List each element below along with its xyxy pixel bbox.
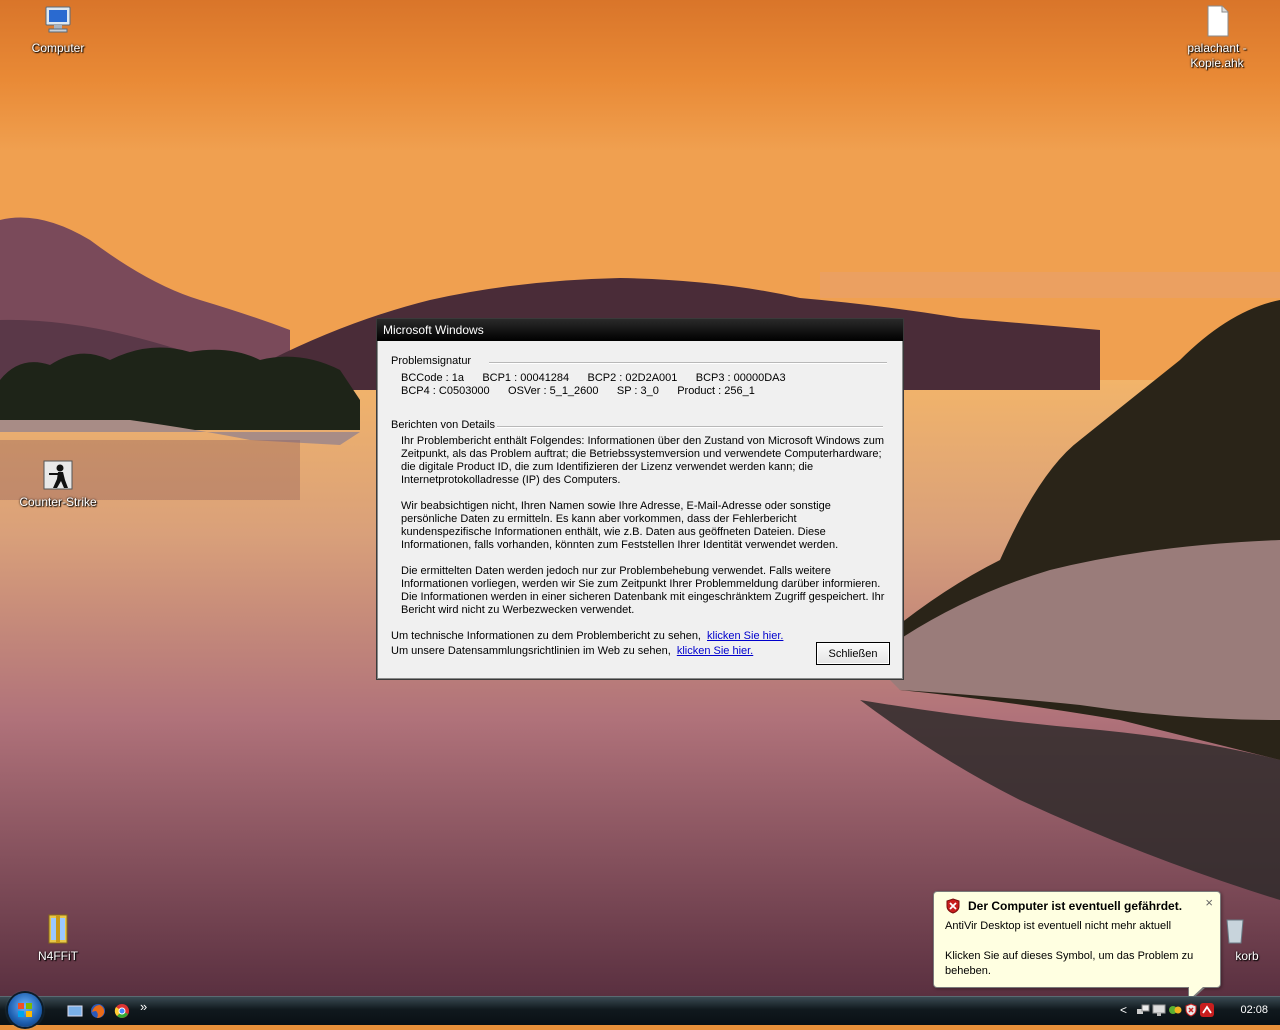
messenger-icon[interactable] [1168,1003,1182,1017]
error-report-dialog: Microsoft Windows Problemsignatur BCCode… [376,318,904,680]
divider [497,426,883,428]
signature-line-1: BCCode : 1a BCP1 : 00041284 BCP2 : 02D2A… [401,372,786,384]
dialog-title: Microsoft Windows [383,323,484,337]
antivir-notification-balloon[interactable]: Der Computer ist eventuell gefährdet. × … [933,891,1221,1003]
desktop-icon-counter-strike[interactable]: Counter-Strike [13,458,103,510]
privacy-text: Um unsere Datensammlungsrichtlinien im W… [391,645,671,657]
balloon-line-1: AntiVir Desktop ist eventuell nicht mehr… [945,920,1172,932]
close-icon[interactable]: × [1205,895,1213,910]
display-icon[interactable] [1152,1003,1166,1017]
tech-info-row: Um technische Informationen zu dem Probl… [391,630,783,642]
close-button[interactable]: Schließen [816,642,890,665]
desktop-icon-label: Counter-Strike [19,495,97,509]
document-file-icon [1200,4,1234,38]
show-desktop-icon[interactable] [67,1003,83,1019]
desktop-icon-computer[interactable]: Computer [13,4,103,56]
start-button[interactable] [8,993,42,1027]
counter-strike-icon [41,458,75,492]
desktop-icon-label: korb [1235,949,1259,963]
tech-info-text: Um technische Informationen zu dem Probl… [391,630,701,642]
antivir-icon[interactable] [1184,1003,1198,1017]
divider [489,362,887,364]
signature-line-2: BCP4 : C0503000 OSVer : 5_1_2600 SP : 3_… [401,385,755,397]
tech-info-link[interactable]: klicken Sie hier. [707,630,783,642]
tray-expand-chevron[interactable]: < [1120,1003,1127,1017]
details-paragraph-1: Ihr Problembericht enthält Folgendes: In… [401,435,885,486]
desktop-icon-label: palachant - Kopie.ahk [1187,41,1247,70]
network-icon[interactable] [1136,1003,1150,1017]
windows-logo-icon [18,1003,32,1017]
quicklaunch-overflow[interactable]: » [140,999,147,1014]
problem-signature-heading: Problemsignatur [391,355,472,367]
balloon-line-2: Klicken Sie auf dieses Symbol, um das Pr… [945,950,1194,977]
winrar-archive-icon [41,912,75,946]
dialog-body: Problemsignatur BCCode : 1a BCP1 : 00041… [379,343,901,677]
desktop-icon-n4ffit[interactable]: N4FFiT [13,912,103,964]
desktop-icon-label: Computer [31,41,85,55]
chrome-icon[interactable] [114,1003,130,1019]
privacy-row: Um unsere Datensammlungsrichtlinien im W… [391,645,753,657]
shield-warning-icon [945,898,961,917]
desktop-icon-label: N4FFiT [38,949,78,963]
firefox-icon[interactable] [90,1003,106,1019]
desktop-icon-palachant-file[interactable]: palachant - Kopie.ahk [1172,4,1262,71]
details-paragraph-3: Die ermittelten Daten werden jedoch nur … [401,565,885,616]
system-tray: < 02:08 [1120,997,1280,1025]
security-alert-icon[interactable] [1200,1003,1214,1017]
dialog-titlebar[interactable]: Microsoft Windows [377,319,903,341]
recycle-bin-icon [1218,912,1252,946]
balloon-title: Der Computer ist eventuell gefährdet. [968,899,1183,913]
computer-icon [41,4,75,38]
privacy-link[interactable]: klicken Sie hier. [677,645,753,657]
clock[interactable]: 02:08 [1240,1004,1268,1016]
taskbar: » < 02:08 [0,993,1280,1027]
report-details-heading: Berichten von Details [391,419,495,431]
details-paragraph-2: Wir beabsichtigen nicht, Ihren Namen sow… [401,500,839,551]
